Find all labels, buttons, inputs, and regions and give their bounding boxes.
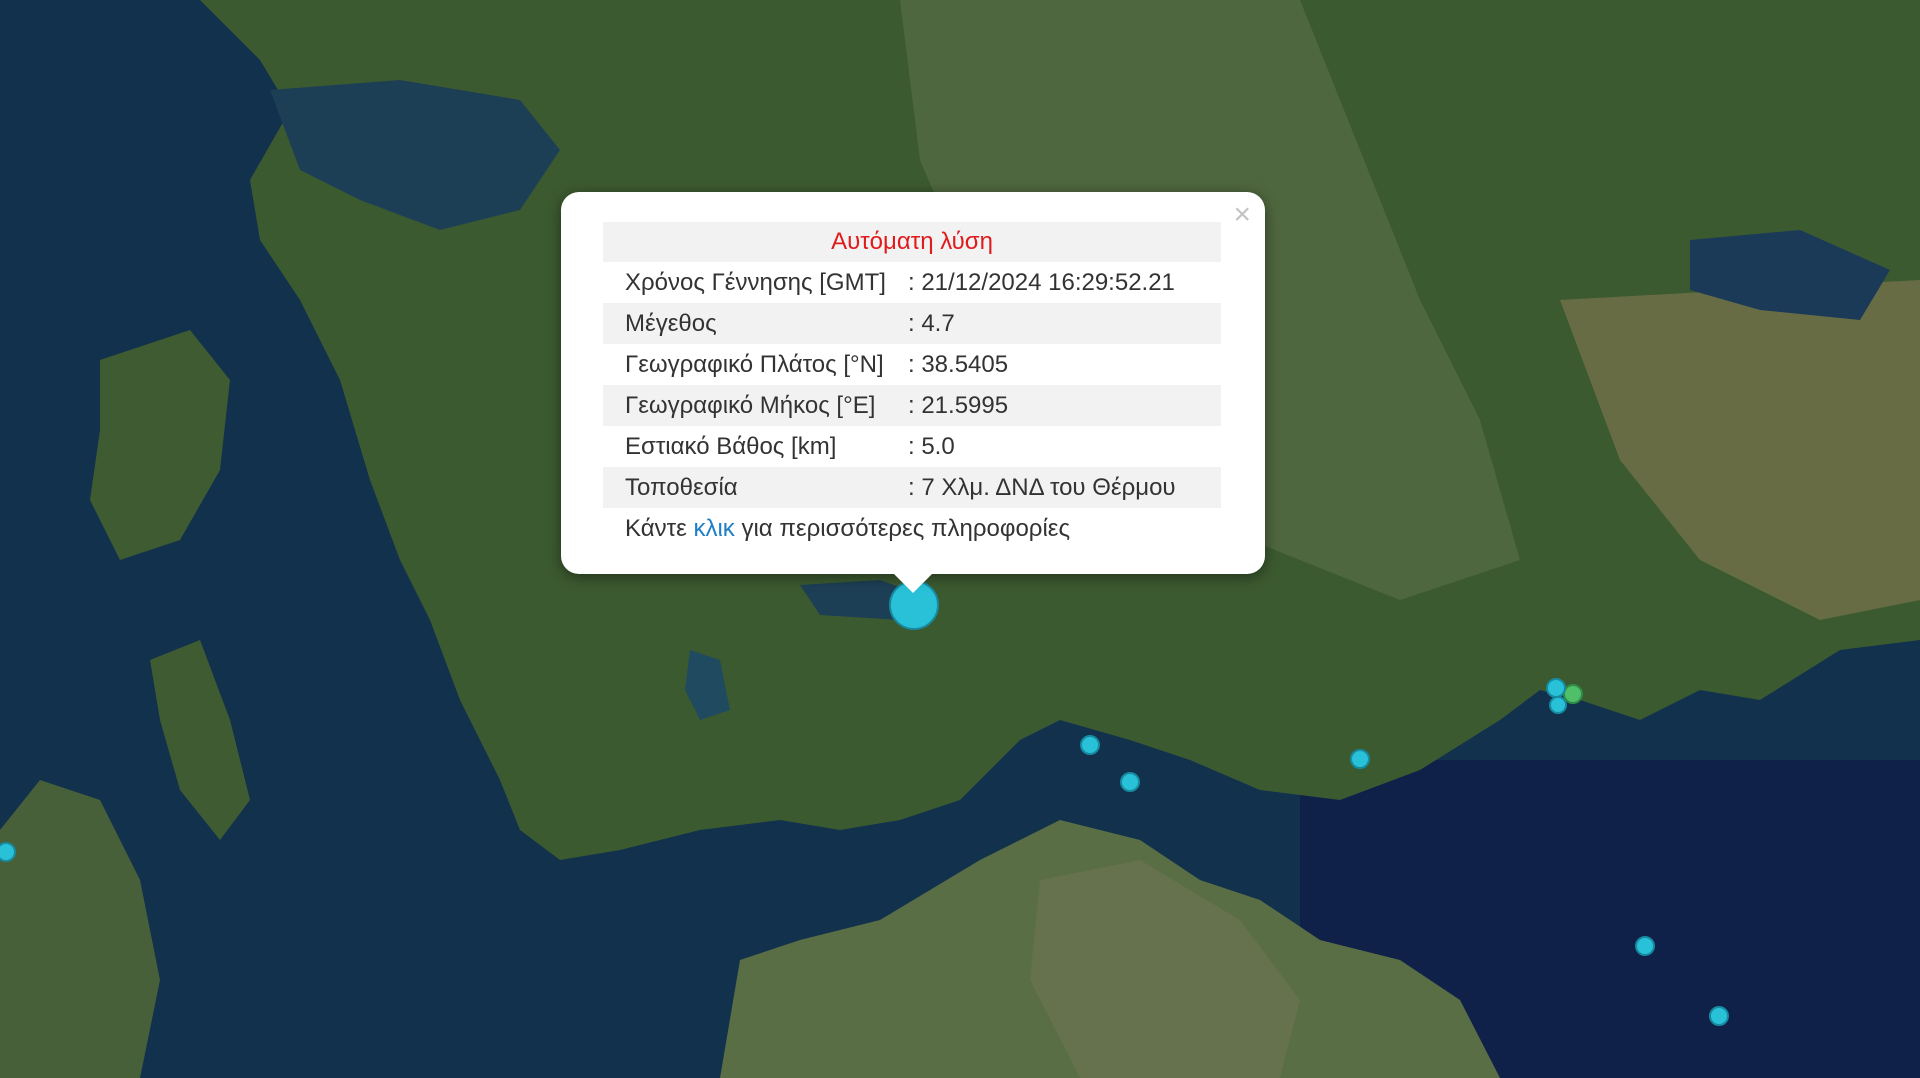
detail-value: : 5.0 [908,433,955,460]
detail-row-origin-time: Χρόνος Γέννησης [GMT] : 21/12/2024 16:29… [603,262,1221,303]
detail-row-latitude: Γεωγραφικό Πλάτος [°N] : 38.5405 [603,344,1221,385]
earthquake-details-table: Αυτόματη λύση Χρόνος Γέννησης [GMT] : 21… [603,222,1221,550]
more-info-suffix: για περισσότερες πληροφορίες [741,515,1071,542]
quake-marker[interactable] [1709,1006,1729,1026]
quake-marker[interactable] [0,842,16,862]
detail-label: Εστιακό Βάθος [km] [625,433,837,460]
detail-label: Μέγεθος [625,310,717,337]
earthquake-info-popup: × Αυτόματη λύση Χρόνος Γέννησης [GMT] : … [561,192,1265,574]
quake-marker[interactable] [1080,735,1100,755]
quake-marker[interactable] [1120,772,1140,792]
quake-marker[interactable] [1549,696,1567,714]
popup-title: Αυτόματη λύση [603,222,1221,262]
quake-marker[interactable] [1635,936,1655,956]
popup-pointer [893,573,933,593]
detail-label: Γεωγραφικό Μήκος [°E] [625,392,876,419]
close-icon[interactable]: × [1233,200,1251,230]
more-info-line: Κάντε κλικ για περισσότερες πληροφορίες [603,508,1221,550]
detail-label: Χρόνος Γέννησης [GMT] [625,269,886,296]
detail-label: Τοποθεσία [625,474,738,501]
detail-row-longitude: Γεωγραφικό Μήκος [°E] : 21.5995 [603,385,1221,426]
detail-value: : 38.5405 [908,351,1009,378]
detail-value: : 7 Χλμ. ΔΝΔ του Θέρμου [908,474,1176,501]
detail-value: : 4.7 [908,310,955,337]
quake-marker[interactable] [1546,678,1566,698]
detail-row-magnitude: Μέγεθος : 4.7 [603,303,1221,344]
more-info-prefix: Κάντε [625,515,687,542]
quake-marker[interactable] [1350,749,1370,769]
detail-value: : 21/12/2024 16:29:52.21 [908,269,1175,296]
more-info-link[interactable]: κλικ [693,515,734,542]
detail-row-location: Τοποθεσία : 7 Χλμ. ΔΝΔ του Θέρμου [603,467,1221,508]
detail-row-depth: Εστιακό Βάθος [km] : 5.0 [603,426,1221,467]
detail-label: Γεωγραφικό Πλάτος [°N] [625,351,884,378]
quake-marker-green[interactable] [1563,684,1583,704]
detail-value: : 21.5995 [908,392,1009,419]
